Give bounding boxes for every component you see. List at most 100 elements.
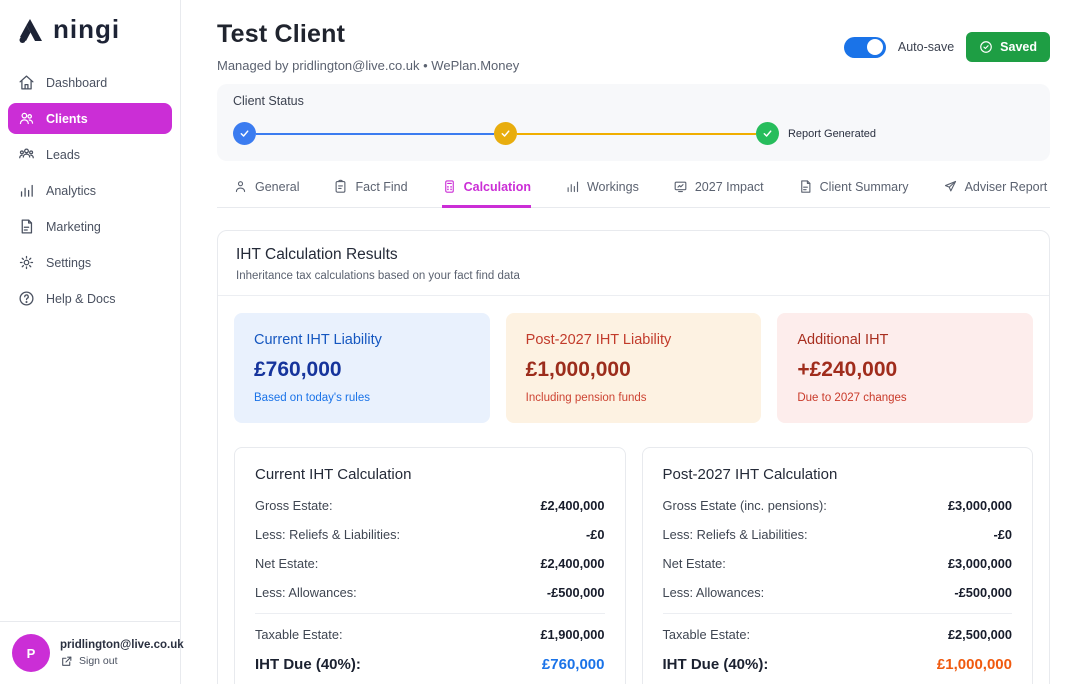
row-label: Less: Reliefs & Liabilities: <box>255 527 400 542</box>
row-label: Taxable Estate: <box>255 627 343 642</box>
tab-label: Calculation <box>464 180 531 194</box>
sidebar-item-label: Analytics <box>46 184 96 198</box>
row-divider <box>663 613 1013 614</box>
table-row: Gross Estate (inc. pensions): £3,000,000 <box>663 491 1013 520</box>
step-complete-green <box>756 122 779 145</box>
row-label: IHT Due (40%): <box>663 656 769 673</box>
brand-name: ningi <box>53 14 120 45</box>
clipboard-icon <box>333 179 348 194</box>
tab-client-summary[interactable]: Client Summary <box>798 179 909 208</box>
client-status-label: Client Status <box>233 94 1034 108</box>
users-icon <box>18 110 35 127</box>
sidebar-item-help-docs[interactable]: Help & Docs <box>8 283 172 314</box>
avatar: P <box>12 634 50 672</box>
calc-table-title: Current IHT Calculation <box>255 466 605 483</box>
saved-button[interactable]: Saved <box>966 32 1050 62</box>
row-label: Net Estate: <box>255 556 318 571</box>
row-label: Net Estate: <box>663 556 726 571</box>
main-content: Test Client Managed by pridlington@live.… <box>181 0 1080 684</box>
sidebar-item-analytics[interactable]: Analytics <box>8 175 172 206</box>
tab-label: 2027 Impact <box>695 180 764 194</box>
sign-out-label: Sign out <box>79 655 118 667</box>
progress-line-blue <box>256 133 494 135</box>
tab-label: Client Summary <box>820 180 909 194</box>
stat-title: Additional IHT <box>797 332 1013 348</box>
page-title: Test Client <box>217 20 519 49</box>
row-label: Gross Estate: <box>255 498 333 513</box>
sidebar-item-leads[interactable]: Leads <box>8 139 172 170</box>
results-title: IHT Calculation Results <box>236 246 1031 264</box>
sidebar-item-settings[interactable]: Settings <box>8 247 172 278</box>
table-row: Taxable Estate: £2,500,000 <box>663 620 1013 649</box>
bar-chart-icon <box>18 182 35 199</box>
tab-label: Workings <box>587 180 639 194</box>
client-status-panel: Client Status Report Generated <box>217 84 1050 161</box>
table-row: Gross Estate: £2,400,000 <box>255 491 605 520</box>
person-icon <box>233 179 248 194</box>
stat-card-current-iht: Current IHT Liability £760,000 Based on … <box>234 313 490 423</box>
stat-value: £760,000 <box>254 358 470 382</box>
app-window: ningi Dashboard Clients Leads <box>0 0 1080 684</box>
table-row: Net Estate: £2,400,000 <box>255 549 605 578</box>
results-subtitle: Inheritance tax calculations based on yo… <box>236 270 1031 282</box>
row-divider <box>255 613 605 614</box>
post-2027-iht-calc-table: Post-2027 IHT Calculation Gross Estate (… <box>642 447 1034 684</box>
step-complete-amber <box>494 122 517 145</box>
row-value: -£500,000 <box>954 585 1012 600</box>
row-value: £3,000,000 <box>948 498 1012 513</box>
home-icon <box>18 74 35 91</box>
current-iht-calc-table: Current IHT Calculation Gross Estate: £2… <box>234 447 626 684</box>
calc-tables-row: Current IHT Calculation Gross Estate: £2… <box>218 431 1049 684</box>
stat-value: +£240,000 <box>797 358 1013 382</box>
tab-label: Fact Find <box>355 180 407 194</box>
sidebar-nav: Dashboard Clients Leads Analytics <box>0 61 180 320</box>
row-label: Taxable Estate: <box>663 627 751 642</box>
table-row: Less: Allowances: -£500,000 <box>255 578 605 607</box>
stat-card-additional-iht: Additional IHT +£240,000 Due to 2027 cha… <box>777 313 1033 423</box>
user-account-box: P pridlington@live.co.uk Sign out <box>0 621 180 684</box>
sidebar-item-marketing[interactable]: Marketing <box>8 211 172 242</box>
sidebar-item-clients[interactable]: Clients <box>8 103 172 134</box>
stat-title: Post-2027 IHT Liability <box>526 332 742 348</box>
sidebar-item-label: Dashboard <box>46 76 107 90</box>
tab-bar: General Fact Find Calculation Workings <box>217 179 1050 208</box>
sidebar-item-label: Leads <box>46 148 80 162</box>
row-label: Less: Allowances: <box>255 585 357 600</box>
stat-value: £1,000,000 <box>526 358 742 382</box>
user-email: pridlington@live.co.uk <box>60 639 184 651</box>
autosave-toggle[interactable] <box>844 37 886 58</box>
table-row: Less: Reliefs & Liabilities: -£0 <box>663 520 1013 549</box>
row-label: Less: Reliefs & Liabilities: <box>663 527 808 542</box>
sidebar-item-label: Clients <box>46 112 88 126</box>
sign-out-button[interactable]: Sign out <box>60 655 184 668</box>
sidebar-item-dashboard[interactable]: Dashboard <box>8 67 172 98</box>
tab-2027-impact[interactable]: 2027 Impact <box>673 179 764 208</box>
row-value: £1,900,000 <box>540 627 604 642</box>
stat-note: Due to 2027 changes <box>797 392 1013 404</box>
row-value: £2,500,000 <box>948 627 1012 642</box>
saved-label: Saved <box>1000 40 1037 54</box>
stat-note: Including pension funds <box>526 392 742 404</box>
sidebar-item-label: Help & Docs <box>46 292 115 306</box>
tab-general[interactable]: General <box>233 179 299 208</box>
stat-card-post-2027-iht: Post-2027 IHT Liability £1,000,000 Inclu… <box>506 313 762 423</box>
row-value: -£0 <box>994 527 1013 542</box>
tab-label: General <box>255 180 299 194</box>
tab-adviser-report[interactable]: Adviser Report <box>943 179 1048 208</box>
tab-workings[interactable]: Workings <box>565 179 639 208</box>
document-icon <box>798 179 813 194</box>
tab-fact-find[interactable]: Fact Find <box>333 179 407 208</box>
check-circle-icon <box>979 40 993 54</box>
send-icon <box>943 179 958 194</box>
stat-note: Based on today's rules <box>254 392 470 404</box>
row-label: Less: Allowances: <box>663 585 765 600</box>
row-value: £2,400,000 <box>540 556 604 571</box>
row-label: Gross Estate (inc. pensions): <box>663 498 827 513</box>
document-icon <box>18 218 35 235</box>
table-row-iht-due: IHT Due (40%): £1,000,000 <box>663 649 1013 680</box>
tab-calculation[interactable]: Calculation <box>442 179 531 208</box>
autosave-label: Auto-save <box>898 40 954 54</box>
stat-title: Current IHT Liability <box>254 332 470 348</box>
row-label: IHT Due (40%): <box>255 656 361 673</box>
table-row: Less: Reliefs & Liabilities: -£0 <box>255 520 605 549</box>
